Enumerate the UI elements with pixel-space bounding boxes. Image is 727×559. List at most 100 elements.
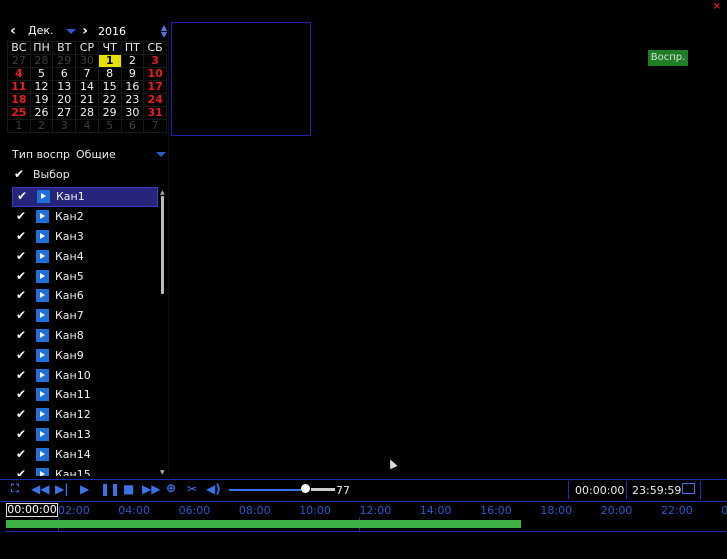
calendar-day[interactable]: 18 — [7, 93, 31, 107]
channel-item[interactable]: ✔ Кан4 — [12, 246, 158, 266]
calendar-day[interactable]: 29 — [52, 54, 77, 68]
scrollbar-thumb[interactable] — [161, 196, 164, 294]
volume-icon[interactable]: ◀) — [206, 482, 221, 496]
checkmark-icon[interactable]: ✔ — [16, 349, 27, 361]
select-all-checkbox[interactable]: ✔ Выбор — [14, 168, 70, 181]
recorded-segment[interactable] — [6, 520, 521, 528]
calendar-day[interactable]: 2 — [29, 119, 54, 133]
calendar-day[interactable]: 28 — [29, 54, 54, 68]
scroll-up-icon[interactable]: ▲ — [160, 189, 165, 196]
calendar-day[interactable]: 12 — [29, 80, 54, 94]
clip-icon[interactable]: ✂ — [187, 482, 197, 496]
calendar-day[interactable]: 7 — [75, 67, 99, 81]
calendar-day[interactable]: 20 — [52, 93, 77, 107]
channel-item[interactable]: ✔ Кан6 — [12, 286, 158, 306]
checkmark-icon[interactable]: ✔ — [16, 388, 27, 400]
calendar-day[interactable]: 2 — [120, 54, 145, 68]
calendar-day[interactable]: 21 — [75, 93, 99, 107]
calendar-day[interactable]: 22 — [97, 93, 122, 107]
calendar-day[interactable]: 27 — [7, 54, 31, 68]
calendar-day[interactable]: 27 — [52, 106, 77, 120]
calendar-day[interactable]: 26 — [29, 106, 54, 120]
calendar-day[interactable]: 6 — [52, 67, 77, 81]
step-frame-icon[interactable]: ▶| — [55, 482, 69, 496]
calendar-day[interactable]: 14 — [75, 80, 99, 94]
calendar-day[interactable]: 4 — [7, 67, 31, 81]
pause-icon[interactable]: ❚❚ — [100, 482, 120, 496]
calendar-day[interactable]: 30 — [75, 54, 99, 68]
zoom-icon[interactable]: ⊕ — [166, 481, 176, 495]
checkmark-icon[interactable]: ✔ — [17, 190, 28, 202]
calendar-day[interactable]: 11 — [7, 80, 31, 94]
calendar-day[interactable]: 3 — [52, 119, 77, 133]
calendar-day[interactable]: 25 — [7, 106, 31, 120]
calendar-day[interactable]: 4 — [75, 119, 99, 133]
volume-handle[interactable] — [301, 484, 310, 493]
channel-item[interactable]: ✔ Кан13 — [12, 425, 158, 445]
year-value[interactable]: 2016 — [98, 25, 126, 38]
calendar-day[interactable]: 10 — [143, 67, 167, 81]
end-time[interactable]: 23:59:59 — [632, 483, 681, 498]
rewind-icon[interactable]: ◀◀ — [31, 482, 49, 496]
calendar-day[interactable]: 6 — [120, 119, 145, 133]
volume-slider[interactable] — [229, 489, 309, 491]
calendar-day[interactable]: 5 — [97, 119, 122, 133]
calendar-day[interactable]: 8 — [97, 67, 122, 81]
calendar-day-selected[interactable]: 1 — [97, 54, 122, 68]
channel-item[interactable]: ✔ Кан5 — [12, 266, 158, 286]
playback-type-select[interactable]: Общие — [76, 148, 166, 161]
checkmark-icon[interactable]: ✔ — [16, 468, 27, 476]
calendar-day[interactable]: 13 — [52, 80, 77, 94]
stop-icon[interactable]: ■ — [123, 482, 134, 496]
close-icon[interactable]: × — [713, 1, 721, 12]
calendar-day[interactable]: 7 — [143, 119, 167, 133]
channel-item[interactable]: ✔ Кан8 — [12, 326, 158, 346]
calendar-day[interactable]: 31 — [143, 106, 167, 120]
channel-item[interactable]: ✔ Кан10 — [12, 365, 158, 385]
calendar-day[interactable]: 19 — [29, 93, 54, 107]
next-month-icon[interactable]: › — [78, 23, 92, 39]
checkmark-icon[interactable]: ✔ — [16, 329, 27, 341]
calendar-day[interactable]: 23 — [120, 93, 145, 107]
calendar-day[interactable]: 1 — [7, 119, 31, 133]
calendar-day[interactable]: 28 — [75, 106, 99, 120]
waveform-icon[interactable] — [682, 483, 695, 494]
play-button[interactable]: Воспр. — [648, 50, 688, 66]
channel-item[interactable]: ✔ Кан7 — [12, 306, 158, 326]
checkmark-icon[interactable]: ✔ — [16, 448, 27, 460]
channel-list[interactable]: ✔ Кан1 ✔ Кан2 ✔ Кан3 ✔ Кан4 ✔ Кан5 ✔ Кан6 ✔ Кан7 ✔ Кан8… — [12, 187, 158, 476]
year-spinner-icon[interactable]: ▲ ▼ — [160, 24, 168, 39]
checkmark-icon[interactable]: ✔ — [16, 270, 27, 282]
calendar-day[interactable]: 30 — [120, 106, 145, 120]
prev-month-icon[interactable]: ‹ — [6, 23, 20, 39]
calendar-day[interactable]: 24 — [143, 93, 167, 107]
month-select[interactable]: Дек. — [24, 23, 78, 39]
channel-item[interactable]: ✔ Кан14 — [12, 444, 158, 464]
channel-item[interactable]: ✔ Кан2 — [12, 207, 158, 227]
checkmark-icon[interactable]: ✔ — [16, 210, 27, 222]
channel-item[interactable]: ✔ Кан11 — [12, 385, 158, 405]
calendar-day[interactable]: 29 — [97, 106, 122, 120]
calendar-day[interactable]: 9 — [120, 67, 145, 81]
checkmark-icon[interactable]: ✔ — [16, 309, 27, 321]
timeline-current-time[interactable]: 00:00:00 — [6, 503, 58, 517]
play-icon[interactable]: ▶ — [80, 482, 89, 496]
start-time[interactable]: 00:00:00 — [575, 483, 624, 498]
scroll-down-icon[interactable]: ▼ — [160, 469, 165, 476]
channel-item[interactable]: ✔ Кан1 — [12, 187, 158, 207]
checkmark-icon[interactable]: ✔ — [16, 408, 27, 420]
checkmark-icon[interactable]: ✔ — [16, 289, 27, 301]
checkmark-icon[interactable]: ✔ — [16, 428, 27, 440]
channel-item[interactable]: ✔ Кан12 — [12, 405, 158, 425]
checkmark-icon[interactable]: ✔ — [16, 230, 27, 242]
checkmark-icon[interactable]: ✔ — [16, 369, 27, 381]
calendar-day[interactable]: 16 — [120, 80, 145, 94]
channel-item[interactable]: ✔ Кан9 — [12, 345, 158, 365]
calendar-day[interactable]: 3 — [143, 54, 167, 68]
fullscreen-icon[interactable]: ⛶ — [11, 482, 19, 496]
calendar-day[interactable]: 17 — [143, 80, 167, 94]
calendar-day[interactable]: 5 — [29, 67, 54, 81]
checkmark-icon[interactable]: ✔ — [16, 250, 27, 262]
channel-item[interactable]: ✔ Кан3 — [12, 227, 158, 247]
channel-item[interactable]: ✔ Кан15 — [12, 464, 158, 476]
